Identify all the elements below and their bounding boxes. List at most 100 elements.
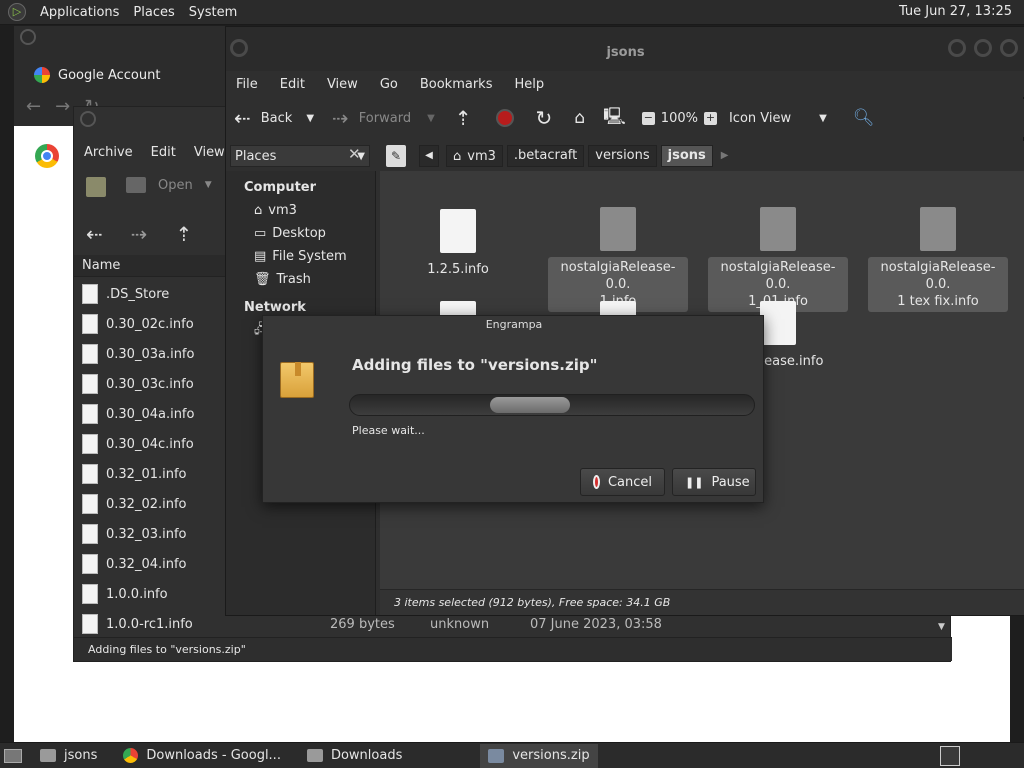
file-icon-item[interactable]: nostalgiaRelease-0.0.1.info <box>548 207 688 312</box>
zoom-level[interactable]: 100% <box>661 111 698 126</box>
menu-go[interactable]: Go <box>380 77 398 92</box>
menu-view[interactable]: View <box>327 77 358 92</box>
taskbar-item[interactable]: Downloads <box>299 744 410 768</box>
workspace-switcher-icon[interactable] <box>940 746 960 766</box>
file-icon <box>82 464 98 484</box>
clock[interactable]: Tue Jun 27, 13:25 <box>899 4 1012 19</box>
places-menu[interactable]: Places <box>133 5 174 20</box>
home-icon[interactable]: ⌂ <box>574 108 585 128</box>
taskbar: jsons Downloads - Googl... Downloads versio… <box>0 742 1024 768</box>
engrampa-status: Adding files to "versions.zip" <box>74 637 952 661</box>
sidebar-item-trash[interactable]: 🗑︎ Trash <box>226 268 375 291</box>
chevron-down-icon: ▼ <box>819 112 827 124</box>
top-panel: ▷ Applications Places System Tue Jun 27,… <box>0 0 1024 25</box>
chrome-tab[interactable]: Google Account <box>24 58 224 92</box>
file-icon <box>82 434 98 454</box>
breadcrumb-betacraft[interactable]: .betacraft <box>506 145 585 167</box>
file-icon <box>82 614 98 634</box>
forward-arrow-icon: ⇢ <box>332 106 349 130</box>
file-label-line: nostalgiaRelease-0.0. <box>880 260 996 292</box>
file-name: 0.32_03.info <box>106 526 187 542</box>
sidebar-item-vm3[interactable]: ⌂ vm3 <box>226 199 375 222</box>
sidebar-item-desktop[interactable]: ▭ Desktop <box>226 222 375 245</box>
system-menu[interactable]: System <box>189 5 237 20</box>
taskbar-item[interactable]: Downloads - Googl... <box>115 744 289 768</box>
file-name: 1.0.0-rc1.info <box>106 616 193 632</box>
file-icon <box>440 209 476 253</box>
computer-icon[interactable]: 🖳 <box>603 104 626 133</box>
stop-icon[interactable] <box>495 109 514 127</box>
breadcrumb-left-icon[interactable]: ◀ <box>419 145 439 167</box>
file-icon <box>82 374 98 394</box>
caja-toolbar: ⇠ Back ▼ ⇢ Forward ▼ ⇡ ↻ ⌂ 🖳 − 100% + Ic… <box>226 99 1024 137</box>
breadcrumb-versions[interactable]: versions <box>588 145 657 167</box>
zoom-out-icon[interactable]: − <box>641 111 655 125</box>
close-sidebar-icon[interactable]: ✕ <box>348 145 361 163</box>
menu-bookmarks[interactable]: Bookmarks <box>420 77 493 92</box>
file-name: 0.32_01.info <box>106 466 187 482</box>
forward-arrow-icon[interactable]: ⇢ <box>131 222 148 246</box>
taskbar-item[interactable]: versions.zip <box>480 743 598 768</box>
menu-archive[interactable]: Archive <box>84 145 133 160</box>
engrampa-menubar: Archive Edit View <box>74 139 225 165</box>
drive-icon: ▤ <box>254 249 267 264</box>
caja-menubar: File Edit View Go Bookmarks Help <box>226 71 1024 97</box>
menu-help[interactable]: Help <box>514 77 544 92</box>
mate-logo-icon[interactable]: ▷ <box>8 3 26 21</box>
window-menu-icon[interactable] <box>80 111 96 127</box>
breadcrumb: ⌂ vm3 .betacraft versions jsons ▶ <box>446 145 732 167</box>
back-arrow-icon[interactable]: ⇠ <box>86 222 103 246</box>
progress-pulse <box>490 397 570 413</box>
cancel-button[interactable]: Cancel <box>580 468 665 496</box>
menu-edit[interactable]: Edit <box>280 77 305 92</box>
file-name: 0.30_02c.info <box>106 316 194 332</box>
new-archive-icon[interactable] <box>86 177 106 197</box>
file-icon-item[interactable]: nostalgiaRelease-0.0. 1 tex fix.info <box>868 207 1008 312</box>
menu-view[interactable]: View <box>194 145 225 160</box>
breadcrumb-jsons[interactable]: jsons <box>660 145 713 167</box>
dialog-heading: Adding files to "versions.zip" <box>352 356 598 374</box>
file-icon <box>82 554 98 574</box>
window-close-icon[interactable] <box>20 29 36 45</box>
show-desktop-icon[interactable] <box>4 748 22 763</box>
open-button[interactable]: Open ▼ <box>126 177 212 193</box>
file-icon <box>82 314 98 334</box>
breadcrumb-vm3[interactable]: ⌂ vm3 <box>446 145 503 167</box>
up-arrow-icon[interactable]: ⇡ <box>455 106 472 130</box>
reload-icon[interactable]: ↻ <box>536 106 553 130</box>
window-title: jsons <box>606 45 645 60</box>
browser-forward-icon[interactable]: → <box>55 96 70 117</box>
location-bar: Places ▼ ✕ ✎ ◀ ⌂ vm3 .betacraft versions … <box>226 141 1024 171</box>
menu-file[interactable]: File <box>236 77 258 92</box>
file-icon-item[interactable]: nostalgiaRelease-0.0.1_01.info <box>708 207 848 312</box>
taskbar-item[interactable]: jsons <box>32 744 105 768</box>
chrome-logo-icon <box>35 144 59 168</box>
back-history-dropdown[interactable]: ▼ <box>306 113 314 124</box>
folder-icon <box>40 749 56 762</box>
forward-history-dropdown[interactable]: ▼ <box>427 113 435 124</box>
scroll-down-icon[interactable]: ▼ <box>938 622 945 632</box>
breadcrumb-right-icon[interactable]: ▶ <box>717 145 733 167</box>
trash-icon: 🗑︎ <box>254 272 271 287</box>
file-icon-item[interactable]: 1.2.5.info <box>388 209 528 280</box>
browser-back-icon[interactable]: ← <box>26 96 41 117</box>
up-arrow-icon[interactable]: ⇡ <box>176 222 193 246</box>
file-icon <box>82 344 98 364</box>
search-icon[interactable]: 🔍︎ <box>853 108 875 128</box>
file-name: 0.32_02.info <box>106 496 187 512</box>
forward-button[interactable]: ⇢ Forward <box>332 106 411 130</box>
file-name: 0.30_04c.info <box>106 436 194 452</box>
sidebar-item-file-system[interactable]: ▤ File System <box>226 245 375 268</box>
file-label-line: nostalgiaRelease-0.0. <box>560 260 676 292</box>
edit-location-icon[interactable]: ✎ <box>386 145 406 167</box>
back-button[interactable]: ⇠ Back <box>234 106 292 130</box>
taskbar-item-label: versions.zip <box>512 748 590 763</box>
file-icon <box>760 301 796 345</box>
menu-edit[interactable]: Edit <box>151 145 176 160</box>
pause-button[interactable]: ❚❚ Pause <box>672 468 756 496</box>
view-mode-select[interactable]: Icon View ▼ <box>729 111 827 126</box>
taskbar-item-label: jsons <box>64 748 98 763</box>
applications-menu[interactable]: Applications <box>40 5 119 20</box>
zoom-in-icon[interactable]: + <box>703 111 717 125</box>
chevron-down-icon: ▼ <box>204 180 212 190</box>
